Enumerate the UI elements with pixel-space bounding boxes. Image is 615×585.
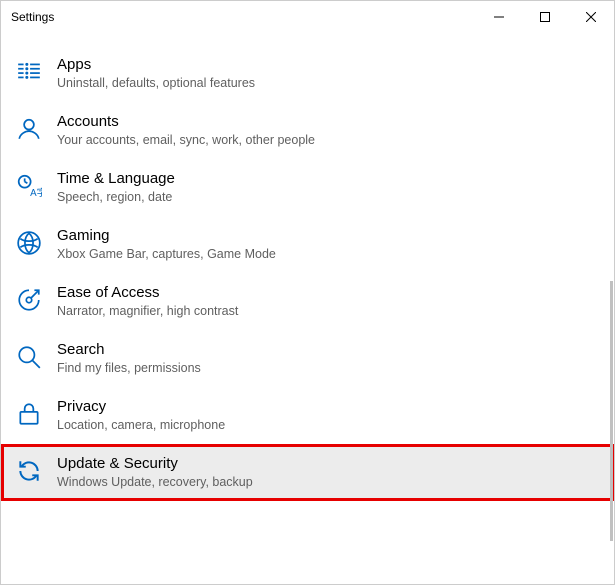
row-title: Update & Security xyxy=(57,454,253,474)
row-title: Privacy xyxy=(57,397,225,417)
accounts-icon xyxy=(15,115,43,143)
settings-item-search[interactable]: Search Find my files, permissions xyxy=(1,330,614,387)
row-subtitle: Narrator, magnifier, high contrast xyxy=(57,303,238,321)
update-security-icon xyxy=(15,457,43,485)
close-button[interactable] xyxy=(568,1,614,33)
settings-item-privacy[interactable]: Privacy Location, camera, microphone xyxy=(1,387,614,444)
time-language-icon: A字 xyxy=(15,172,43,200)
maximize-button[interactable] xyxy=(522,1,568,33)
titlebar: Settings xyxy=(1,1,614,33)
settings-item-time-language[interactable]: A字 Time & Language Speech, region, date xyxy=(1,159,614,216)
privacy-icon xyxy=(15,400,43,428)
row-subtitle: Xbox Game Bar, captures, Game Mode xyxy=(57,246,276,264)
window-title: Settings xyxy=(11,10,54,24)
settings-item-accounts[interactable]: Accounts Your accounts, email, sync, wor… xyxy=(1,102,614,159)
svg-text:A字: A字 xyxy=(30,186,42,199)
row-title: Gaming xyxy=(57,226,276,246)
row-title: Accounts xyxy=(57,112,315,132)
gaming-icon xyxy=(15,229,43,257)
minimize-button[interactable] xyxy=(476,1,522,33)
search-icon xyxy=(15,343,43,371)
settings-list: Apps Uninstall, defaults, optional featu… xyxy=(1,33,614,501)
row-title: Search xyxy=(57,340,201,360)
ease-of-access-icon xyxy=(15,286,43,314)
row-title: Time & Language xyxy=(57,169,175,189)
row-title: Apps xyxy=(57,55,255,75)
settings-item-ease-of-access[interactable]: Ease of Access Narrator, magnifier, high… xyxy=(1,273,614,330)
row-subtitle: Find my files, permissions xyxy=(57,360,201,378)
row-title: Ease of Access xyxy=(57,283,238,303)
row-subtitle: Windows Update, recovery, backup xyxy=(57,474,253,492)
row-subtitle: Location, camera, microphone xyxy=(57,417,225,435)
window-controls xyxy=(476,1,614,33)
settings-item-apps[interactable]: Apps Uninstall, defaults, optional featu… xyxy=(1,45,614,102)
apps-icon xyxy=(15,58,43,86)
settings-item-update-security[interactable]: Update & Security Windows Update, recove… xyxy=(1,444,614,501)
row-subtitle: Speech, region, date xyxy=(57,189,175,207)
settings-item-gaming[interactable]: Gaming Xbox Game Bar, captures, Game Mod… xyxy=(1,216,614,273)
row-subtitle: Uninstall, defaults, optional features xyxy=(57,75,255,93)
scrollbar[interactable] xyxy=(610,281,613,541)
row-subtitle: Your accounts, email, sync, work, other … xyxy=(57,132,315,150)
